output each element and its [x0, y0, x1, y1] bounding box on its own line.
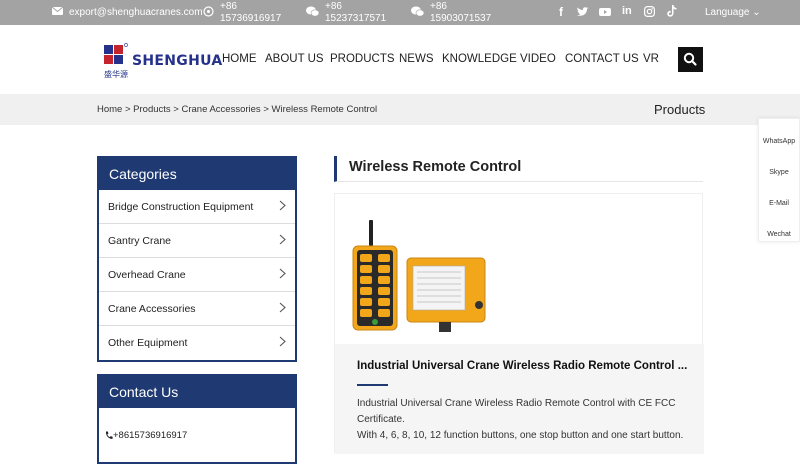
category-overhead-crane[interactable]: Overhead Crane [99, 258, 295, 292]
wechat-icon [411, 6, 425, 20]
contact-panel: Contact Us +8615736916917 [97, 374, 297, 464]
phone-2-number: 15237317571 [325, 12, 387, 24]
phone-link-3[interactable]: +86 15903071537 [411, 0, 491, 25]
product-desc-line-2: With 4, 6, 8, 10, 12 function buttons, o… [357, 430, 684, 441]
top-bar: export@shenghuacranes.com +86 15736916917… [0, 0, 800, 25]
phone-link-1[interactable]: +86 15736916917 [203, 0, 281, 25]
title-underline [357, 384, 388, 386]
chevron-right-icon [279, 336, 286, 347]
category-label: Other Equipment [108, 337, 188, 349]
nav-products[interactable]: PRODUCTS [330, 53, 395, 65]
category-other-equipment[interactable]: Other Equipment [99, 326, 295, 360]
chevron-right-icon [279, 200, 286, 211]
breadcrumb[interactable]: Home > Products > Crane Accessories > Wi… [97, 104, 377, 115]
breadcrumb-band: Home > Products > Crane Accessories > Wi… [0, 94, 800, 125]
wechat-icon [306, 6, 320, 20]
category-bridge-construction-equipment[interactable]: Bridge Construction Equipment [99, 190, 295, 224]
categories-title: Categories [99, 158, 295, 190]
phone-3-number: 15903071537 [430, 12, 492, 24]
search-icon [683, 52, 697, 66]
twitter-icon[interactable] [577, 6, 589, 20]
float-wechat[interactable]: Wechat [759, 212, 799, 243]
phone-2-prefix: +86 [325, 0, 342, 12]
product-title[interactable]: Industrial Universal Crane Wireless Radi… [357, 360, 687, 372]
float-whatsapp[interactable]: WhatsApp [759, 119, 799, 150]
category-label: Overhead Crane [108, 269, 186, 281]
nav-video[interactable]: VIDEO [520, 53, 556, 65]
phone-link-2[interactable]: +86 15237317571 [306, 0, 386, 25]
nav-news[interactable]: NEWS [399, 53, 434, 65]
phone-icon [105, 431, 113, 439]
site-header: SHENGHUA 盛华源 HOME ABOUT US PRODUCTS NEWS… [0, 25, 800, 94]
search-button[interactable] [678, 47, 703, 72]
contact-phone-link[interactable]: +8615736916917 [105, 430, 187, 441]
phone-1-prefix: +86 [220, 0, 237, 12]
youtube-icon[interactable] [599, 6, 611, 20]
phone-1-number: 15736916917 [220, 12, 282, 24]
whatsapp-icon [203, 5, 214, 20]
language-select[interactable]: Language ⌄ [705, 7, 761, 18]
category-label: Bridge Construction Equipment [108, 201, 254, 213]
chevron-right-icon [279, 302, 286, 313]
email-text: export@shenghuacranes.com [69, 7, 203, 18]
category-label: Crane Accessories [108, 303, 196, 315]
linkedin-icon[interactable]: in [622, 5, 632, 17]
chevron-right-icon [279, 268, 286, 279]
chevron-right-icon [279, 234, 286, 245]
phone-3-prefix: +86 [430, 0, 447, 12]
float-skype[interactable]: Skype [759, 150, 799, 181]
product-desc-line-1: Industrial Universal Crane Wireless Radi… [357, 398, 676, 425]
product-image[interactable] [343, 208, 491, 338]
facebook-icon[interactable]: f [559, 5, 563, 19]
instagram-icon[interactable] [644, 6, 656, 20]
section-title: Products [654, 102, 706, 117]
category-label: Gantry Crane [108, 235, 172, 247]
product-card[interactable]: Industrial Universal Crane Wireless Radi… [334, 193, 704, 454]
logo[interactable]: SHENGHUA 盛华源 [104, 43, 222, 81]
floating-contact-bar: WhatsApp Skype E-Mail Wechat [758, 118, 800, 242]
product-description: Industrial Universal Crane Wireless Radi… [357, 396, 687, 444]
nav-contact-us[interactable]: CONTACT US [565, 53, 639, 65]
nav-knowledge[interactable]: KNOWLEDGE [442, 53, 517, 65]
contact-phone: +8615736916917 [113, 430, 188, 441]
logo-wordmark: SHENGHUA [132, 53, 223, 69]
float-email[interactable]: E-Mail [759, 181, 799, 212]
page-title: Wireless Remote Control [334, 156, 703, 182]
product-info: Industrial Universal Crane Wireless Radi… [335, 344, 704, 454]
contact-title: Contact Us [99, 376, 295, 408]
categories-panel: Categories Bridge Construction Equipment… [97, 156, 297, 362]
nav-about-us[interactable]: ABOUT US [265, 53, 324, 65]
email-icon [51, 6, 64, 18]
nav-vr[interactable]: VR [643, 53, 659, 65]
category-crane-accessories[interactable]: Crane Accessories [99, 292, 295, 326]
email-link[interactable]: export@shenghuacranes.com [51, 0, 203, 25]
nav-home[interactable]: HOME [222, 53, 257, 65]
category-gantry-crane[interactable]: Gantry Crane [99, 224, 295, 258]
logo-chinese: 盛华源 [104, 70, 128, 79]
tiktok-icon[interactable] [667, 5, 677, 20]
logo-mark-icon [104, 43, 128, 64]
